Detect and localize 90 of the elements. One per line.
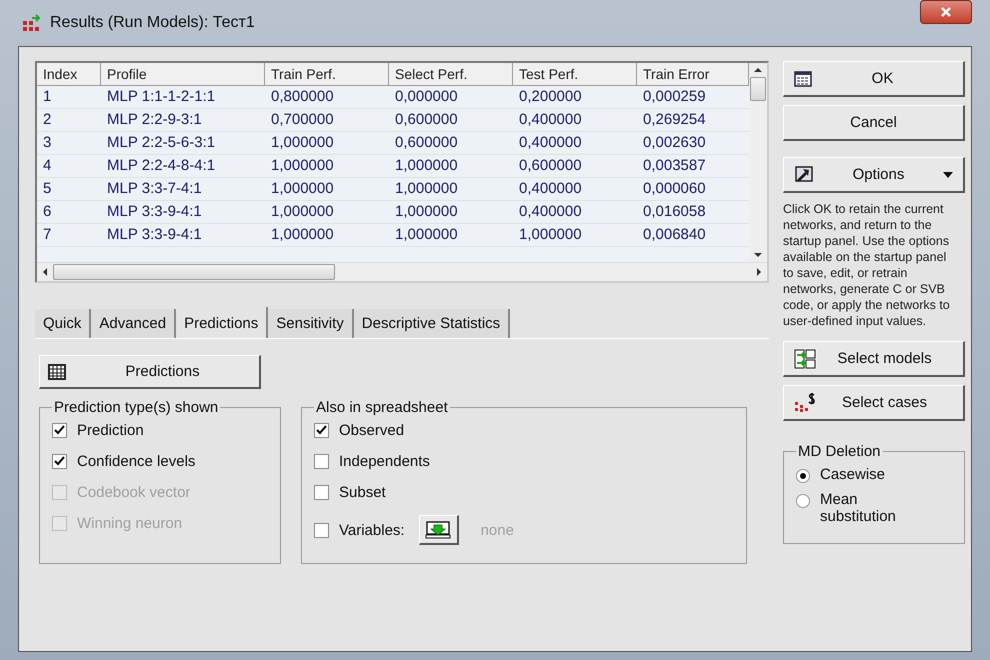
column-header[interactable]: Test Perf. xyxy=(513,63,637,86)
grid-icon xyxy=(48,364,66,380)
group-title: Prediction type(s) shown xyxy=(53,399,220,416)
table-cell: MLP 3:3-7-4:1 xyxy=(101,178,265,201)
checkbox-label: Subset xyxy=(339,484,386,501)
table-cell: 3 xyxy=(37,132,101,155)
table-cell: 5 xyxy=(37,178,101,201)
table-cell: 1,000000 xyxy=(389,201,513,224)
tab[interactable]: Sensitivity xyxy=(268,309,354,338)
table-icon xyxy=(794,70,812,86)
help-text: Click OK to retain the current networks, and return to the startup panel. Use the options available on the startup panel to save, edit, or retrain networks, generate C or SVB code, or apply the networks to user-defined input values. xyxy=(783,201,951,329)
tab[interactable]: Descriptive Statistics xyxy=(354,309,510,338)
table-cell: MLP 2:2-9-3:1 xyxy=(101,109,265,132)
download-icon xyxy=(425,520,452,540)
radio-label: Casewise xyxy=(820,466,886,483)
table-cell: 0,400000 xyxy=(513,178,637,201)
column-header[interactable]: Profile xyxy=(101,63,265,86)
checkbox-label: Winning neuron xyxy=(77,515,182,532)
checkbox-label: Observed xyxy=(339,422,404,439)
checkbox-label: Prediction xyxy=(77,422,144,439)
table-cell: 7 xyxy=(37,224,101,247)
table-cell: 1,000000 xyxy=(265,224,389,247)
table-cell: MLP 2:2-5-6-3:1 xyxy=(101,132,265,155)
exchange-icon xyxy=(794,348,816,368)
dots-dollar-icon xyxy=(794,392,816,412)
checkbox[interactable] xyxy=(52,454,67,469)
variables-value: none xyxy=(480,522,514,538)
radio-button[interactable] xyxy=(796,494,810,508)
table-cell: 1,000000 xyxy=(265,132,389,155)
table-cell: 4 xyxy=(37,155,101,178)
table-cell: 6 xyxy=(37,201,101,224)
checkbox[interactable] xyxy=(52,423,67,438)
table-cell: 0,600000 xyxy=(389,109,513,132)
horizontal-scrollbar[interactable] xyxy=(37,262,767,281)
checkbox[interactable] xyxy=(314,485,329,500)
table-cell: 0,800000 xyxy=(265,86,389,109)
radio-dot-icon xyxy=(800,473,806,479)
ok-button[interactable]: OK xyxy=(783,61,965,97)
vertical-scrollbar[interactable] xyxy=(749,63,767,262)
checkbox[interactable] xyxy=(314,522,329,538)
table-cell: 0,000000 xyxy=(389,86,513,109)
table-cell: MLP 3:3-9-4:1 xyxy=(101,201,265,224)
group-title: MD Deletion xyxy=(797,443,882,460)
checkbox-label: Variables: xyxy=(339,522,405,538)
table-cell: 1,000000 xyxy=(265,178,389,201)
radio-label: Mean substitution xyxy=(820,491,897,525)
dropdown-arrow-icon xyxy=(943,172,953,178)
column-header[interactable]: Train Error xyxy=(637,63,749,86)
table-cell: MLP 2:2-4-8-4:1 xyxy=(101,155,265,178)
table-cell: 1,000000 xyxy=(389,155,513,178)
table-cell: 1,000000 xyxy=(265,155,389,178)
radio-button[interactable] xyxy=(796,469,810,483)
variables-button[interactable] xyxy=(418,515,459,545)
close-button[interactable] xyxy=(920,0,972,24)
table-cell: 1 xyxy=(37,86,101,109)
table-cell: 0,600000 xyxy=(513,155,637,178)
tab[interactable]: Advanced xyxy=(91,309,176,338)
predictions-button[interactable]: Predictions xyxy=(39,355,261,389)
table-cell: 1,000000 xyxy=(389,224,513,247)
table-cell: 0,400000 xyxy=(513,132,637,155)
close-icon xyxy=(940,6,952,18)
select-cases-button[interactable]: Select cases xyxy=(783,385,965,421)
tab[interactable]: Quick xyxy=(35,309,92,338)
checkbox-label: Confidence levels xyxy=(77,453,196,470)
table-cell: 0,200000 xyxy=(513,86,637,109)
table-cell: 2 xyxy=(37,109,101,132)
window-title: Results (Run Models): Тест1 xyxy=(50,14,256,32)
table-cell: 1,000000 xyxy=(389,178,513,201)
scrollbar-thumb[interactable] xyxy=(750,77,766,101)
checkbox-label: Independents xyxy=(339,453,430,470)
select-models-button[interactable]: Select models xyxy=(783,341,965,377)
table-cell: MLP 3:3-9-4:1 xyxy=(101,224,265,247)
table-cell: 0,400000 xyxy=(513,201,637,224)
checkbox[interactable] xyxy=(314,423,329,438)
table-cell: 0,600000 xyxy=(389,132,513,155)
table-cell: 0,700000 xyxy=(265,109,389,132)
table-cell: 0,400000 xyxy=(513,109,637,132)
table-cell: 1,000000 xyxy=(513,224,637,247)
app-icon xyxy=(22,14,42,32)
scrollbar-thumb[interactable] xyxy=(53,264,335,280)
options-button[interactable]: Options xyxy=(783,157,965,193)
group-title: Also in spreadsheet xyxy=(315,399,449,416)
column-header[interactable]: Index xyxy=(37,63,101,86)
table-cell: MLP 1:1-1-2-1:1 xyxy=(101,86,265,109)
checkbox[interactable] xyxy=(314,454,329,469)
column-header[interactable]: Select Perf. xyxy=(389,63,513,86)
checkbox-label: Codebook vector xyxy=(77,484,190,501)
cancel-button[interactable]: Cancel xyxy=(783,105,965,141)
column-header[interactable]: Train Perf. xyxy=(265,63,389,86)
table-cell: 1,000000 xyxy=(265,201,389,224)
